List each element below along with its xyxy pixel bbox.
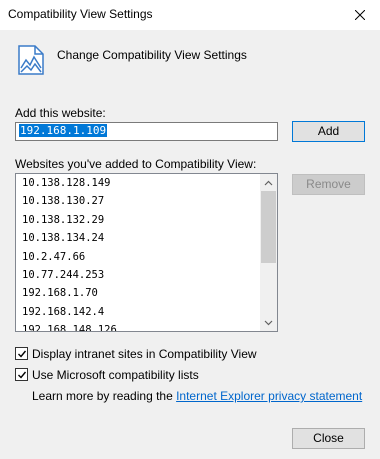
title-bar: Compatibility View Settings <box>0 0 380 30</box>
checkmark-icon <box>17 371 26 379</box>
list-item[interactable]: 192.168.148.126 <box>16 321 260 331</box>
privacy-statement-link[interactable]: Internet Explorer privacy statement <box>176 389 362 403</box>
add-website-label: Add this website: <box>15 106 106 120</box>
remove-button[interactable]: Remove <box>292 174 365 195</box>
intranet-checkbox[interactable] <box>15 347 28 360</box>
scroll-down-button[interactable] <box>260 314 277 331</box>
scrollbar-thumb[interactable] <box>261 191 276 263</box>
checkmark-icon <box>17 350 26 358</box>
add-button[interactable]: Add <box>292 121 365 142</box>
list-item[interactable]: 192.168.1.70 <box>16 284 260 302</box>
list-item[interactable]: 10.138.130.27 <box>16 192 260 210</box>
scroll-up-button[interactable] <box>260 174 277 191</box>
list-item[interactable]: 10.138.132.29 <box>16 211 260 229</box>
websites-list-items: 10.138.128.149 10.138.130.27 10.138.132.29… <box>16 174 260 331</box>
ms-lists-checkbox[interactable] <box>15 368 28 381</box>
privacy-prefix: Learn more by reading the <box>32 389 177 403</box>
header-title: Change Compatibility View Settings <box>57 48 247 62</box>
close-window-button[interactable] <box>340 0 380 30</box>
close-button[interactable]: Close <box>292 428 365 449</box>
settings-page-icon <box>18 45 44 75</box>
websites-list[interactable]: 10.138.128.149 10.138.130.27 10.138.132.29… <box>15 173 278 332</box>
ms-lists-checkbox-label[interactable]: Use Microsoft compatibility lists <box>32 368 199 382</box>
close-icon <box>355 10 365 20</box>
privacy-text: Learn more by reading the Internet Explo… <box>32 389 362 403</box>
list-item[interactable]: 192.168.142.4 <box>16 303 260 321</box>
list-item[interactable]: 10.138.134.24 <box>16 229 260 247</box>
websites-list-label: Websites you've added to Compatibility V… <box>15 157 257 171</box>
website-input[interactable]: 192.168.1.109 <box>15 122 278 141</box>
chevron-up-icon <box>264 180 273 185</box>
list-item[interactable]: 10.77.244.253 <box>16 266 260 284</box>
window-title: Compatibility View Settings <box>8 7 153 21</box>
website-input-value: 192.168.1.109 <box>19 124 108 137</box>
websites-list-scrollbar[interactable] <box>260 174 277 331</box>
chevron-down-icon <box>264 320 273 325</box>
list-item[interactable]: 10.138.128.149 <box>16 174 260 192</box>
list-item[interactable]: 10.2.47.66 <box>16 248 260 266</box>
intranet-checkbox-label[interactable]: Display intranet sites in Compatibility … <box>32 347 257 361</box>
